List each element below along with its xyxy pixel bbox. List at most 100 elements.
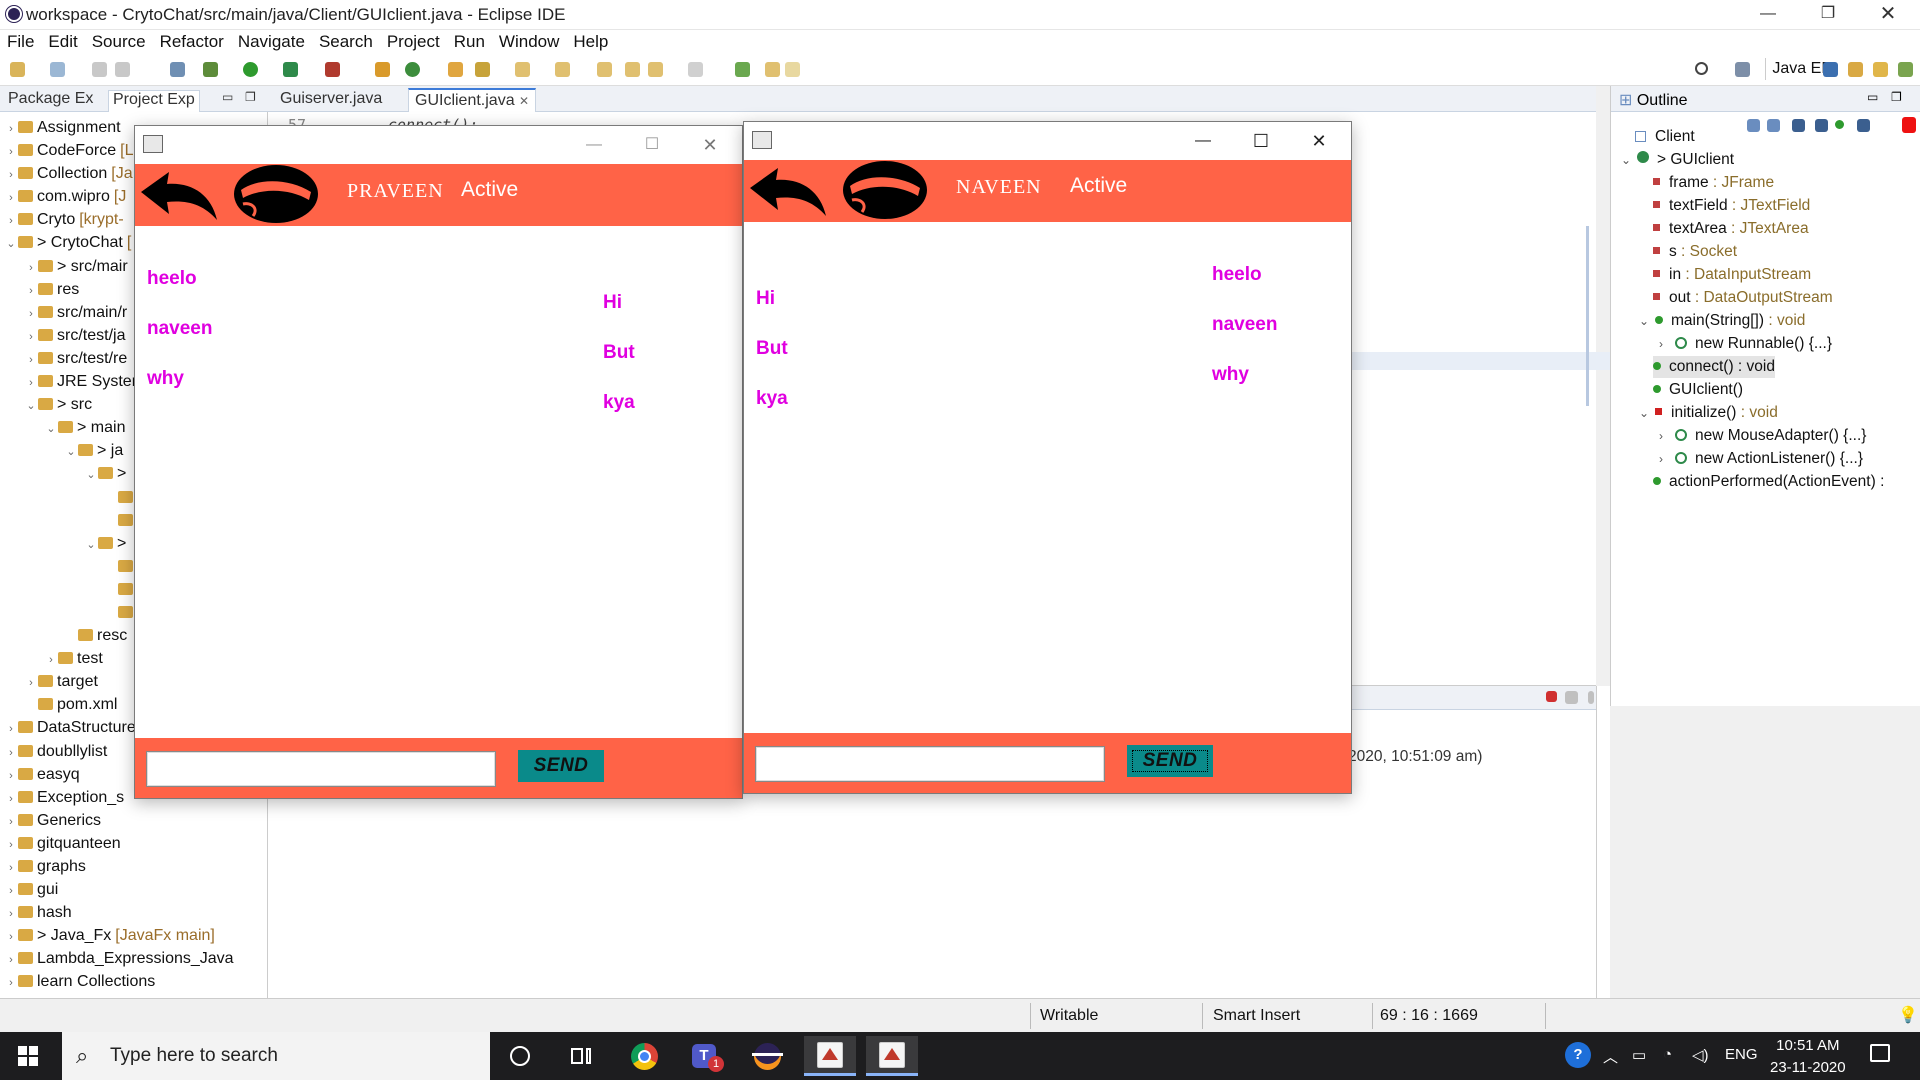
back-arrow-icon[interactable] (139, 170, 219, 222)
chevron-right-icon[interactable]: › (4, 834, 18, 857)
minimize-button[interactable]: — (1745, 0, 1791, 30)
outline-item[interactable]: actionPerformed(ActionEvent) : (1653, 471, 1884, 493)
chevron-down-icon[interactable]: ⌄ (64, 441, 78, 464)
pin-editor-icon[interactable] (735, 62, 750, 77)
prev-annotation-icon[interactable] (555, 62, 570, 77)
tree-item[interactable]: › gitquanteen (0, 832, 268, 855)
undo-icon[interactable] (765, 62, 780, 77)
tab-project-explorer[interactable]: Project Exp (108, 90, 200, 112)
chevron-right-icon[interactable]: › (4, 118, 18, 141)
chevron-right-icon[interactable]: › (4, 788, 18, 811)
taskbar-search-box[interactable]: ⌕ Type here to search (62, 1032, 490, 1080)
chat-close-button[interactable]: ✕ (1296, 126, 1342, 156)
hide-nonpublic-icon[interactable] (1835, 120, 1844, 129)
chevron-down-icon[interactable]: ⌄ (1621, 149, 1637, 171)
tab-guiserver[interactable]: Guiserver.java (274, 88, 388, 112)
hide-static-icon[interactable] (1815, 119, 1828, 132)
tab-guiclient[interactable]: GUIclient.java ✕ (408, 88, 537, 112)
menu-file[interactable]: File (0, 30, 41, 54)
chevron-right-icon[interactable]: › (44, 649, 58, 672)
chevron-down-icon[interactable]: ⌄ (84, 534, 98, 557)
chevron-right-icon[interactable]: › (4, 765, 18, 788)
remove-launch-icon[interactable] (1565, 691, 1578, 704)
run-icon[interactable] (243, 62, 258, 77)
chevron-right-icon[interactable]: › (24, 303, 38, 326)
tab-package-explorer[interactable]: Package Ex (8, 90, 93, 108)
java-app-taskbar-icon-1[interactable] (804, 1036, 856, 1076)
chevron-right-icon[interactable]: › (4, 141, 18, 164)
chevron-right-icon[interactable]: › (4, 949, 18, 972)
close-button[interactable]: ✕ (1865, 0, 1911, 30)
outline-item[interactable]: connect() : void (1653, 356, 1775, 378)
chevron-right-icon[interactable]: › (4, 187, 18, 210)
next-annotation-icon[interactable] (515, 62, 530, 77)
outline-item[interactable]: ⌄ initialize() : void (1639, 402, 1778, 424)
task-view-icon[interactable] (555, 1036, 607, 1076)
java-app-taskbar-icon-2[interactable] (866, 1036, 918, 1076)
terminate-icon[interactable] (1546, 691, 1557, 702)
outline-item[interactable]: › new Runnable() {...} (1659, 333, 1832, 355)
chrome-icon[interactable] (618, 1036, 670, 1076)
debug-icon[interactable] (203, 62, 218, 77)
sort-icon[interactable] (1767, 119, 1780, 132)
chevron-down-icon[interactable]: ⌄ (4, 233, 18, 256)
message-input[interactable] (755, 746, 1105, 782)
chevron-right-icon[interactable]: › (24, 372, 38, 395)
chat-close-button[interactable]: ✕ (687, 130, 733, 160)
back-dropdown-icon[interactable] (648, 62, 663, 77)
message-input[interactable] (146, 751, 496, 787)
new-class-icon[interactable] (405, 62, 420, 77)
chevron-right-icon[interactable]: › (24, 280, 38, 303)
perspective-icon-3[interactable] (1873, 62, 1888, 77)
chevron-right-icon[interactable]: › (4, 164, 18, 187)
outline-item[interactable]: ⌄ main(String[]) : void (1639, 310, 1805, 332)
chevron-right-icon[interactable]: › (1659, 425, 1675, 447)
lightbulb-icon[interactable]: 💡 (1898, 1005, 1918, 1025)
taskbar-clock[interactable]: 10:51 AM 23-11-2020 (1770, 1035, 1846, 1079)
eclipse-taskbar-icon[interactable] (742, 1036, 794, 1076)
close-tab-icon[interactable]: ✕ (519, 94, 529, 108)
chevron-right-icon[interactable]: › (4, 718, 18, 741)
redo-icon[interactable] (785, 62, 800, 77)
perspective-icon-1[interactable] (1823, 62, 1838, 77)
chat-minimize-button[interactable]: — (571, 130, 617, 160)
battery-icon[interactable]: ▭ (1632, 1046, 1646, 1064)
open-perspective-icon[interactable] (1735, 62, 1750, 77)
show-hidden-icons-icon[interactable]: ︿ (1603, 1046, 1618, 1067)
chevron-right-icon[interactable]: › (4, 903, 18, 926)
tree-item[interactable]: › graphs (0, 855, 268, 878)
chevron-right-icon[interactable]: › (4, 880, 18, 903)
editor-scrollbar[interactable] (1586, 226, 1589, 406)
chat-maximize-button[interactable]: ☐ (629, 130, 675, 160)
back-arrow-icon[interactable] (748, 166, 828, 218)
minimize-view-icon[interactable]: ▭ (222, 90, 233, 104)
menu-refactor[interactable]: Refactor (153, 30, 231, 54)
chevron-right-icon[interactable]: › (24, 349, 38, 372)
chevron-right-icon[interactable]: › (4, 742, 18, 765)
last-edit-icon[interactable] (597, 62, 612, 77)
help-icon[interactable]: ? (1565, 1042, 1591, 1068)
outline-item[interactable]: frame : JFrame (1653, 172, 1774, 194)
outline-minimize-icon[interactable]: ▭ (1867, 90, 1878, 104)
forward-icon[interactable] (688, 62, 703, 77)
coverage-icon[interactable] (283, 62, 298, 77)
chevron-down-icon[interactable]: ⌄ (1639, 310, 1655, 332)
outline-maximize-icon[interactable]: ❐ (1891, 90, 1902, 104)
chevron-right-icon[interactable]: › (1659, 448, 1675, 470)
outline-item[interactable]: textArea : JTextArea (1653, 218, 1809, 240)
tree-item[interactable]: › gui (0, 878, 268, 901)
save-icon[interactable] (92, 62, 107, 77)
send-button[interactable]: SEND (1127, 745, 1213, 777)
outline-item[interactable]: in : DataInputStream (1653, 264, 1811, 286)
menu-project[interactable]: Project (380, 30, 447, 54)
chevron-right-icon[interactable]: › (4, 811, 18, 834)
chevron-right-icon[interactable]: › (24, 326, 38, 349)
search-icon[interactable] (1695, 62, 1708, 75)
tree-item[interactable]: › learn Collections (0, 970, 268, 993)
teams-icon[interactable]: T1 (680, 1036, 732, 1076)
back-icon[interactable] (625, 62, 640, 77)
hide-local-icon[interactable] (1857, 119, 1870, 132)
collapse-all-icon[interactable] (1747, 119, 1760, 132)
chevron-right-icon[interactable]: › (24, 672, 38, 695)
hide-fields-icon[interactable] (1792, 119, 1805, 132)
